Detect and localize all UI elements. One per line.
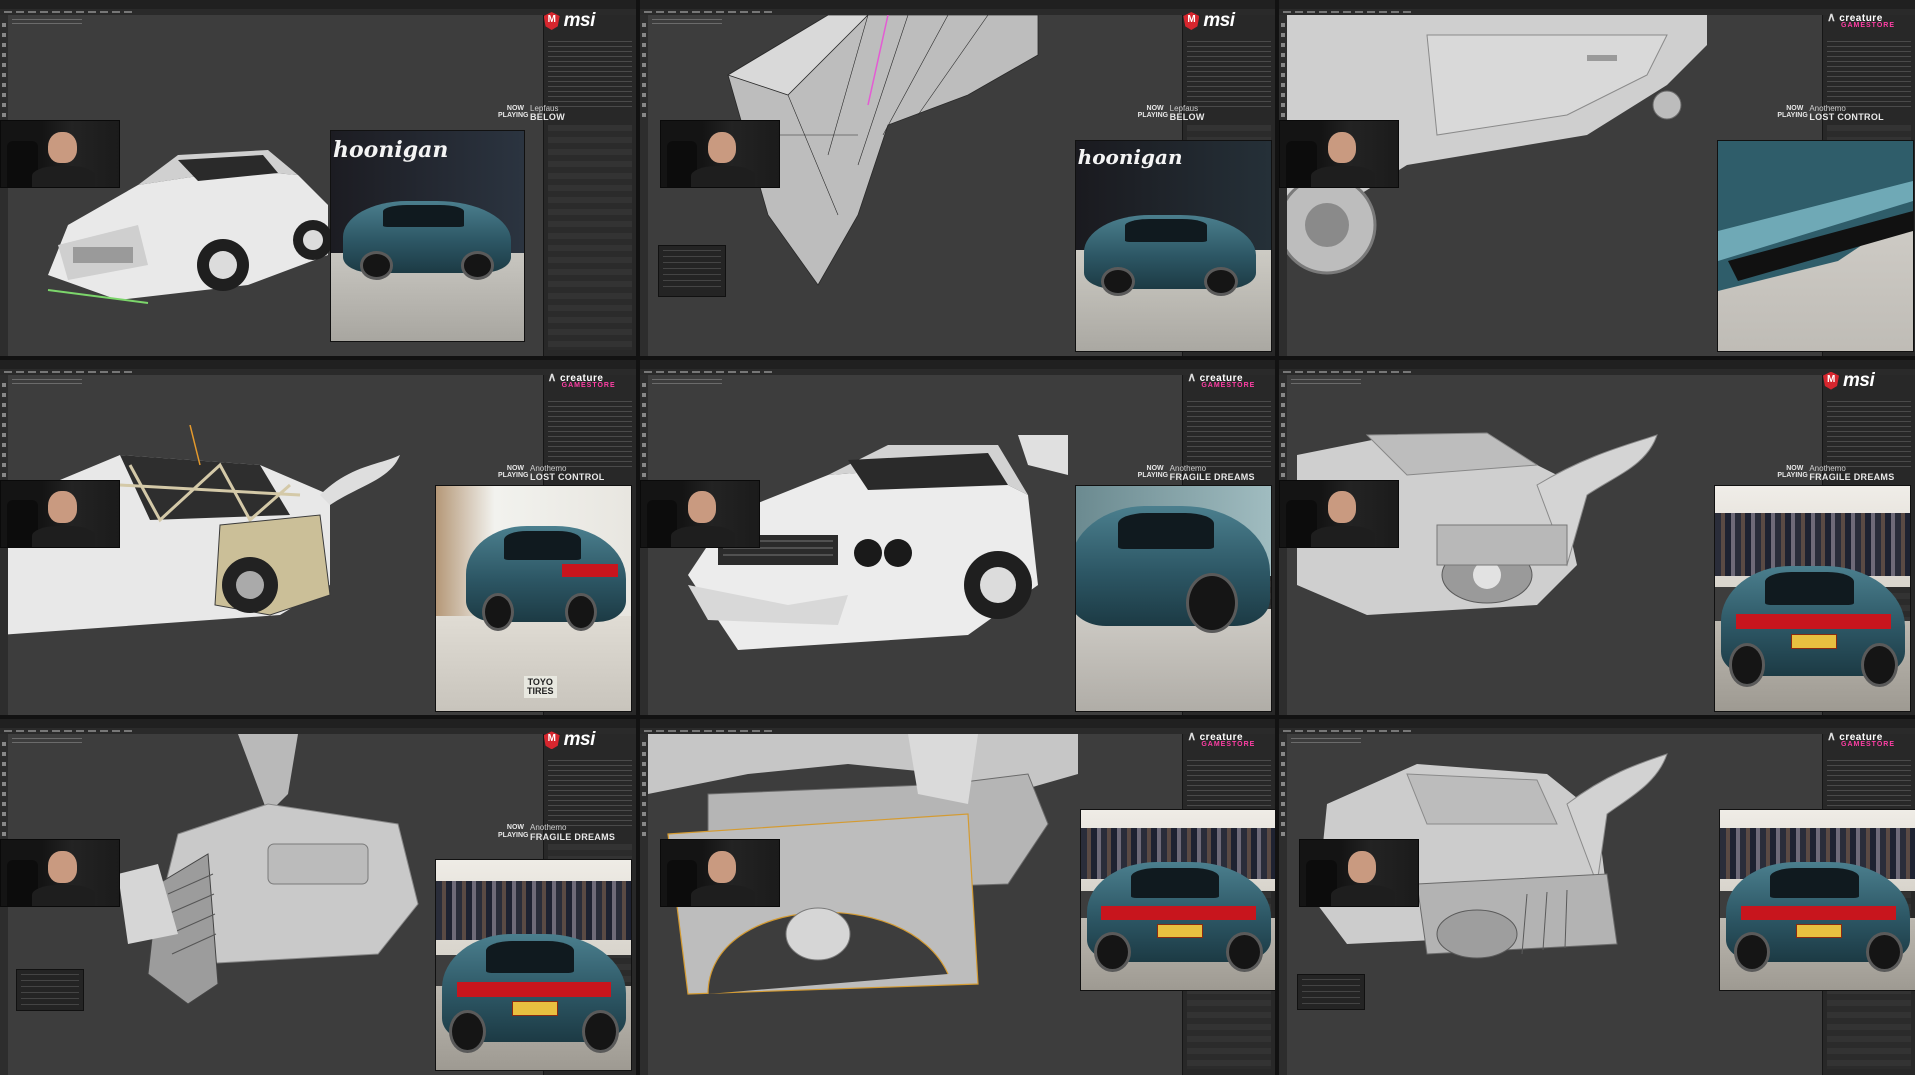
now-playing-label: NOW PLAYING: [1777, 464, 1808, 479]
blender-window-7: msi NOW PLAYING Anothemo FRAGILE DREAMS: [0, 719, 636, 1075]
msi-shield-icon: [1183, 12, 1200, 30]
msi-shield-icon: [543, 731, 560, 750]
outliner-rows[interactable]: [1187, 41, 1272, 109]
webcam-feed: [1279, 120, 1400, 188]
viewport-info-text: [12, 738, 82, 747]
now-playing: NOW PLAYING Anothemo LOST CONTROL: [1777, 104, 1884, 123]
reference-photo: [1079, 809, 1276, 992]
now-playing: NOW PLAYING Anothemo FRAGILE DREAMS: [1777, 464, 1895, 483]
blender-window-3: CREATURE GAMESTORE NOW PLAYING Anothemo …: [1279, 0, 1915, 356]
reference-photo: [1074, 484, 1272, 712]
blender-window-2: msi NOW PLAYING Lepfaus BELOW hoonigan: [639, 0, 1276, 356]
sponsor-logo-msi: msi: [1183, 9, 1269, 35]
outliner-rows[interactable]: [1827, 400, 1911, 469]
sponsor-subtitle: GAMESTORE: [1841, 741, 1895, 749]
tool-shelf[interactable]: [1279, 734, 1288, 1075]
outliner-rows[interactable]: [547, 400, 632, 469]
sponsor-logo-creature: CREATURE GAMESTORE: [1183, 369, 1269, 395]
reference-photo: [1717, 140, 1915, 352]
track-title: BELOW: [1169, 112, 1205, 123]
outliner-rows[interactable]: [1187, 400, 1272, 469]
sponsor-brand: msi: [563, 10, 596, 31]
car-model-rear-hatch: [118, 734, 419, 1005]
viewport-info-text: [12, 378, 82, 387]
operator-panel[interactable]: [1297, 974, 1366, 1011]
now-playing: NOW PLAYING Anothemo FRAGILE DREAMS: [498, 823, 616, 842]
blender-window-9: CREATURE GAMESTORE: [1279, 719, 1915, 1075]
sponsor-subtitle: GAMESTORE: [1201, 381, 1256, 389]
track-title: LOST CONTROL: [530, 472, 605, 483]
reference-photo: [435, 859, 632, 1072]
reference-photo: [1719, 809, 1915, 992]
properties-editor[interactable]: [547, 125, 632, 350]
outliner-rows[interactable]: [547, 760, 632, 829]
tool-shelf[interactable]: [639, 15, 648, 356]
webcam-feed: [1279, 479, 1400, 548]
sponsor-brand: msi: [1843, 369, 1875, 391]
blender-window-5: CREATURE GAMESTORE NOW PLAYING Anothemo …: [639, 359, 1276, 716]
blender-window-6: msi NOW PLAYING Anothemo FRAGILE DREAMS: [1279, 359, 1915, 716]
operator-panel[interactable]: [657, 245, 726, 297]
sponsor-logo-creature: CREATURE GAMESTORE: [1183, 728, 1269, 754]
sponsor-brand: msi: [563, 729, 596, 751]
track-title: BELOW: [530, 112, 565, 123]
now-playing-label: NOW PLAYING: [498, 464, 529, 479]
sponsor-subtitle: GAMESTORE: [1841, 22, 1895, 29]
sponsor-logo-creature: CREATURE GAMESTORE: [1823, 728, 1909, 754]
viewport-info-text: [651, 378, 722, 387]
blender-window-8: CREATURE GAMESTORE: [639, 719, 1276, 1075]
sponsor-logo-msi: msi: [1823, 369, 1909, 395]
reference-photo: [1714, 484, 1912, 712]
sponsor-subtitle: GAMESTORE: [561, 381, 616, 389]
outliner-properties-panel[interactable]: [542, 15, 636, 356]
now-playing-label: NOW PLAYING: [498, 824, 529, 839]
now-playing-label: NOW PLAYING: [1137, 105, 1169, 120]
sponsor-logo-msi: msi: [543, 728, 630, 754]
now-playing: NOW PLAYING Anothemo FRAGILE DREAMS: [1138, 464, 1255, 483]
sponsor-logo-msi: msi: [543, 9, 630, 35]
now-playing-label: NOW PLAYING: [1777, 105, 1808, 120]
track-title: FRAGILE DREAMS: [1809, 472, 1895, 483]
outliner-rows[interactable]: [547, 41, 632, 109]
track-title: FRAGILE DREAMS: [1169, 472, 1255, 483]
now-playing: NOW PLAYING Lepfaus BELOW: [1138, 104, 1205, 123]
webcam-feed: [659, 839, 780, 908]
track-title: FRAGILE DREAMS: [530, 831, 616, 842]
hoonigan-sign: hoonigan: [333, 137, 449, 163]
now-playing: NOW PLAYING Anothemo LOST CONTROL: [498, 464, 605, 483]
msi-shield-icon: [1823, 371, 1839, 390]
now-playing: NOW PLAYING Lepfaus BELOW: [498, 104, 565, 123]
reference-photo: TOYO TIRES: [435, 484, 632, 712]
webcam-feed: [0, 479, 120, 548]
sponsor-brand: msi: [1203, 10, 1235, 31]
reference-photo: hoonigan: [330, 130, 525, 342]
viewport-info-text: [12, 19, 82, 27]
hoonigan-sign: hoonigan: [1077, 145, 1183, 169]
msi-shield-icon: [543, 12, 560, 30]
operator-panel[interactable]: [16, 969, 84, 1012]
webcam-feed: [0, 839, 120, 908]
webcam-feed: [1299, 839, 1420, 908]
tool-shelf[interactable]: [639, 734, 648, 1075]
reference-photo: hoonigan: [1074, 140, 1272, 352]
timelapse-grid: msi NOW PLAYING Lepfaus BELOW hoonigan: [0, 0, 1915, 1075]
blender-window-4: CREATURE GAMESTORE NOW PLAYING Anothemo …: [0, 359, 636, 716]
blender-window-1: msi NOW PLAYING Lepfaus BELOW hoonigan: [0, 0, 636, 356]
webcam-feed: [0, 120, 120, 188]
sponsor-subtitle: GAMESTORE: [1201, 741, 1256, 749]
sponsor-logo-creature: CREATURE GAMESTORE: [544, 369, 630, 395]
outliner-rows[interactable]: [1827, 41, 1911, 109]
toyo-tires-banner: TOYO TIRES: [524, 675, 557, 698]
sponsor-logo-creature: CREATURE GAMESTORE: [1823, 9, 1909, 35]
now-playing-label: NOW PLAYING: [1137, 464, 1169, 479]
viewport-info-text: [1291, 378, 1362, 387]
now-playing-label: NOW PLAYING: [498, 105, 529, 120]
track-title: LOST CONTROL: [1809, 112, 1884, 123]
webcam-feed: [659, 120, 780, 188]
webcam-feed: [639, 479, 760, 548]
